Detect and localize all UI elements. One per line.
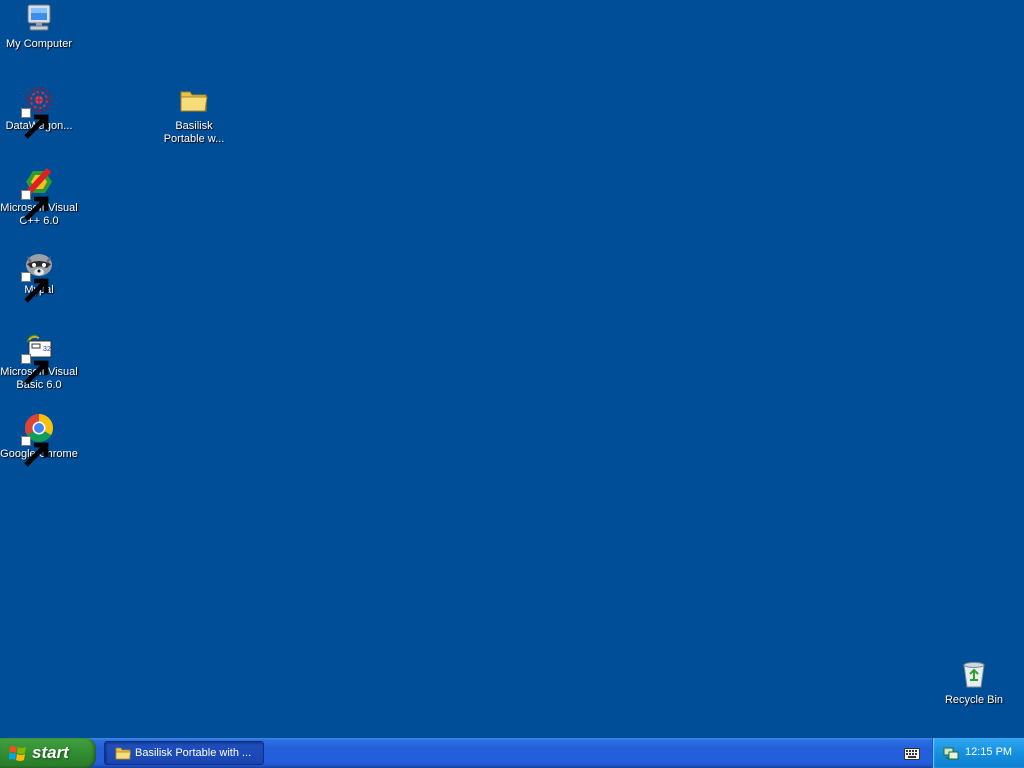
icon-label: My Computer: [5, 38, 73, 50]
recycle-bin-icon: [958, 658, 990, 690]
icon-label: Basilisk Portable w...: [163, 120, 225, 145]
svg-text:32: 32: [43, 346, 51, 353]
chrome-icon: [21, 412, 55, 467]
desktop-icon-recycle-bin[interactable]: Recycle Bin: [935, 658, 1013, 707]
visual-cpp-icon: [21, 166, 55, 221]
desktop-icon-mypal[interactable]: Mypal: [0, 248, 78, 303]
shortcut-arrow-icon: [21, 190, 49, 221]
taskbar-button-label: Basilisk Portable with ...: [135, 747, 252, 759]
datawagon-icon: [21, 84, 55, 139]
network-icon[interactable]: [943, 745, 959, 761]
taskbar-button-basilisk[interactable]: Basilisk Portable with ...: [104, 741, 264, 765]
folder-icon: [115, 746, 131, 760]
keyboard-icon[interactable]: [904, 747, 920, 760]
desktop[interactable]: My Computer DataWagon... Basilisk Portab…: [0, 0, 1024, 738]
system-tray: 12:15 PM: [932, 738, 1024, 768]
start-button[interactable]: start: [0, 738, 96, 768]
shortcut-arrow-icon: [21, 272, 49, 303]
clock[interactable]: 12:15 PM: [965, 746, 1012, 758]
desktop-icon-google-chrome[interactable]: Google Chrome: [0, 412, 78, 467]
desktop-icon-visual-basic[interactable]: 32 Microsoft Visual Basic 6.0: [0, 330, 78, 392]
shortcut-arrow-icon: [21, 436, 49, 467]
visual-basic-icon: 32: [21, 330, 55, 385]
folder-icon: [178, 84, 210, 116]
raccoon-icon: [21, 248, 55, 303]
shortcut-arrow-icon: [21, 354, 49, 385]
computer-icon: [23, 2, 55, 34]
windows-logo-icon: [8, 745, 27, 762]
desktop-icon-visual-cpp[interactable]: Microsoft Visual C++ 6.0: [0, 166, 78, 228]
desktop-icon-datawagon[interactable]: DataWagon...: [0, 84, 78, 139]
shortcut-arrow-icon: [21, 108, 49, 139]
desktop-icon-basilisk[interactable]: Basilisk Portable w...: [155, 84, 233, 146]
taskbar: start Basilisk Portable with ... 12:15 P…: [0, 738, 1024, 768]
desktop-icon-my-computer[interactable]: My Computer: [0, 2, 78, 51]
icon-label: Recycle Bin: [944, 694, 1004, 706]
start-label: start: [32, 743, 69, 762]
